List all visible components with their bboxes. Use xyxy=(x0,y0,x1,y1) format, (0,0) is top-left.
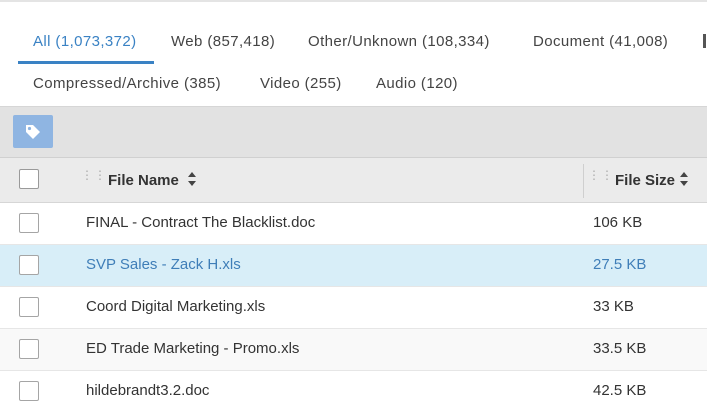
drag-handle-icon[interactable]: ⋮⋮ xyxy=(81,169,107,181)
file-name-cell: ED Trade Marketing - Promo.xls xyxy=(86,340,300,357)
tab-document[interactable]: Document (41,008) xyxy=(533,33,668,51)
tab-video[interactable]: Video (255) xyxy=(260,75,342,93)
row-checkbox[interactable] xyxy=(19,255,39,275)
file-size-cell: 27.5 KB xyxy=(593,256,647,273)
table-header: ⋮⋮ File Name ⋮⋮ File Size xyxy=(0,157,707,203)
tag-icon xyxy=(26,124,40,139)
filter-tabs: All (1,073,372) Web (857,418) Other/Unkn… xyxy=(0,2,707,106)
active-tab-indicator xyxy=(18,61,154,64)
select-all-checkbox[interactable] xyxy=(19,169,39,189)
file-size-cell: 33.5 KB xyxy=(593,340,647,357)
file-name-cell: SVP Sales - Zack H.xls xyxy=(86,256,241,273)
file-name-cell: hildebrandt3.2.doc xyxy=(86,382,210,399)
file-list: FINAL - Contract The Blacklist.doc 106 K… xyxy=(0,203,707,411)
row-checkbox[interactable] xyxy=(19,297,39,317)
toolbar xyxy=(0,106,707,157)
column-divider xyxy=(583,164,584,198)
tab-compressed-archive[interactable]: Compressed/Archive (385) xyxy=(33,75,221,93)
row-checkbox[interactable] xyxy=(19,339,39,359)
column-header-file-name[interactable]: File Name xyxy=(108,172,179,189)
column-header-file-size[interactable]: File Size xyxy=(615,172,675,189)
sort-icon[interactable] xyxy=(187,171,197,187)
table-row[interactable]: Coord Digital Marketing.xls 33 KB xyxy=(0,287,707,329)
tab-all[interactable]: All (1,073,372) xyxy=(33,33,137,51)
row-checkbox[interactable] xyxy=(19,381,39,401)
tab-web[interactable]: Web (857,418) xyxy=(171,33,275,51)
drag-handle-icon[interactable]: ⋮⋮ xyxy=(588,169,614,181)
tab-overflow-edge xyxy=(703,34,706,48)
table-row[interactable]: FINAL - Contract The Blacklist.doc 106 K… xyxy=(0,203,707,245)
file-name-cell: Coord Digital Marketing.xls xyxy=(86,298,266,315)
row-checkbox[interactable] xyxy=(19,213,39,233)
tag-button[interactable] xyxy=(13,115,53,148)
file-size-cell: 33 KB xyxy=(593,298,634,315)
file-name-cell: FINAL - Contract The Blacklist.doc xyxy=(86,214,316,231)
table-row[interactable]: SVP Sales - Zack H.xls 27.5 KB xyxy=(0,245,707,287)
tab-audio[interactable]: Audio (120) xyxy=(376,75,458,93)
table-row[interactable]: hildebrandt3.2.doc 42.5 KB xyxy=(0,371,707,411)
tab-other-unknown[interactable]: Other/Unknown (108,334) xyxy=(308,33,490,51)
file-size-cell: 106 KB xyxy=(593,214,643,231)
sort-icon[interactable] xyxy=(679,171,689,187)
table-row[interactable]: ED Trade Marketing - Promo.xls 33.5 KB xyxy=(0,329,707,371)
file-size-cell: 42.5 KB xyxy=(593,382,647,399)
